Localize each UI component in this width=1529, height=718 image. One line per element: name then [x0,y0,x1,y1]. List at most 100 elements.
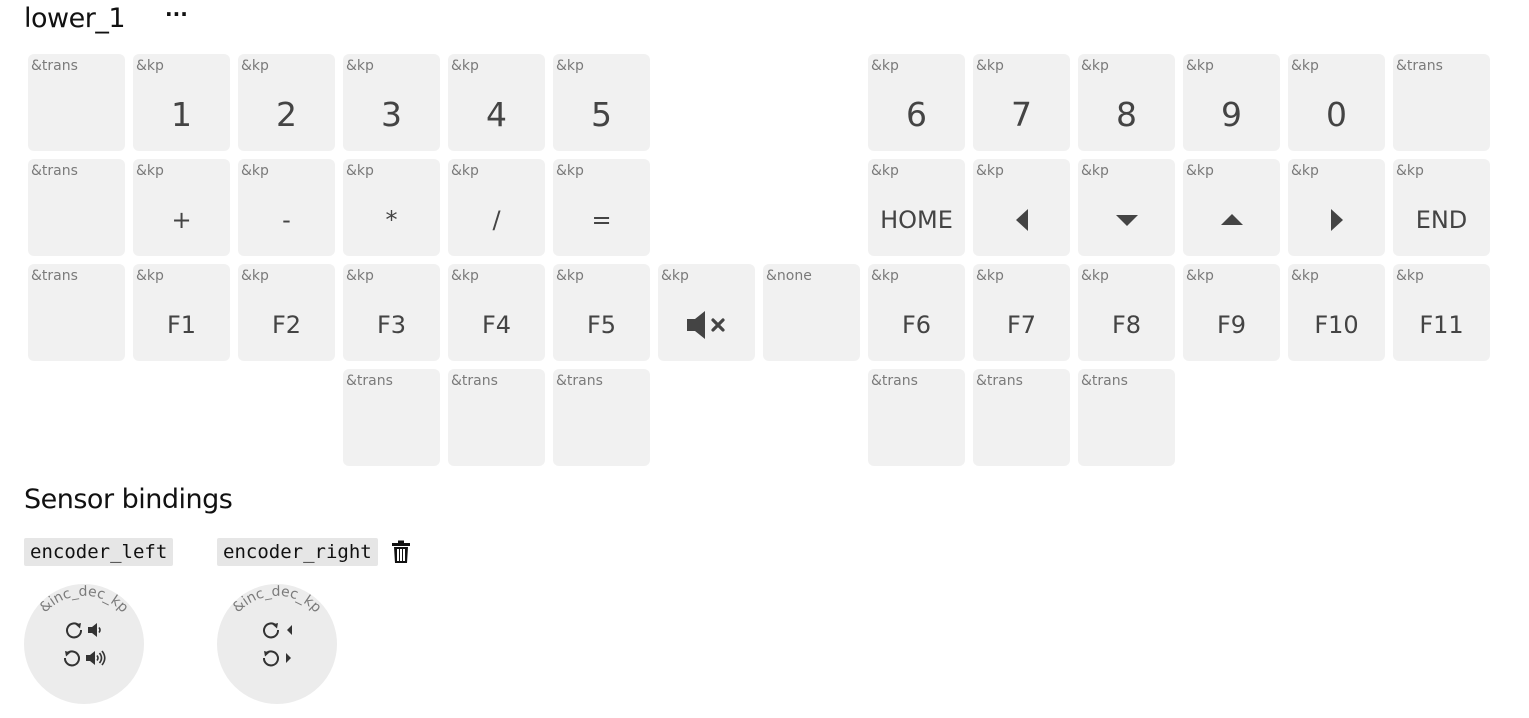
key-binding: &kp [1186,58,1214,74]
key[interactable]: &kp F5 [553,264,650,361]
key[interactable]: &kp 8 [1078,54,1175,151]
key[interactable]: &trans [553,369,650,466]
key[interactable]: &trans [1393,54,1490,151]
rotate-cw-icon [64,620,84,640]
key-binding: &trans [31,163,78,179]
key[interactable]: &trans [28,264,125,361]
key[interactable]: &kp 0 [1288,54,1385,151]
key-binding: &trans [1081,373,1128,389]
volume-down-icon [87,621,105,639]
key[interactable]: &kp + [133,159,230,256]
trash-icon[interactable] [390,540,412,564]
key[interactable]: &trans [973,369,1070,466]
key[interactable]: &kp F10 [1288,264,1385,361]
key[interactable]: &kp [1183,159,1280,256]
key-param: / [492,205,501,234]
key[interactable]: &kp [973,159,1070,256]
key[interactable]: &kp 6 [868,54,965,151]
key-param: 8 [1116,95,1137,134]
key-binding: &trans [871,373,918,389]
key-param: HOME [880,205,953,234]
encoder-right-cw-row [217,620,337,640]
key-binding: &kp [451,268,479,284]
key-param: 1 [171,95,192,134]
key-param: F6 [901,310,932,339]
key[interactable]: &kp F2 [238,264,335,361]
key-binding: &trans [346,373,393,389]
key[interactable]: &kp F9 [1183,264,1280,361]
key[interactable]: &kp 9 [1183,54,1280,151]
key[interactable]: &kp F11 [1393,264,1490,361]
rotate-ccw-icon [62,648,82,668]
key[interactable]: &trans [448,369,545,466]
key-param: 7 [1011,95,1032,134]
caret-right-icon [1288,187,1385,252]
key[interactable]: &kp HOME [868,159,965,256]
key-binding: &none [766,268,812,284]
key[interactable]: &kp 7 [973,54,1070,151]
key-param: F7 [1006,310,1037,339]
volume-up-icon [85,649,107,667]
key[interactable]: &none [763,264,860,361]
key-binding: &kp [1291,58,1319,74]
encoder-right-ccw-row [217,648,337,668]
caret-up-icon [1183,187,1280,252]
key[interactable]: &kp F7 [973,264,1070,361]
encoder-left-behavior-arc: &inc_dec_kp [37,584,132,616]
encoder-left-knob[interactable]: &inc_dec_kp [24,584,144,704]
key[interactable]: &trans [343,369,440,466]
key[interactable]: &kp F8 [1078,264,1175,361]
key-param: F5 [586,310,617,339]
key[interactable]: &kp END [1393,159,1490,256]
key-binding: &kp [976,268,1004,284]
key-binding: &kp [1291,163,1319,179]
key-binding: &kp [871,163,899,179]
key-binding: &trans [1396,58,1443,74]
key[interactable]: &kp 5 [553,54,650,151]
key-binding: &kp [136,268,164,284]
key[interactable]: &kp / [448,159,545,256]
caret-down-icon [1078,187,1175,252]
key[interactable]: &kp 1 [133,54,230,151]
key-param: + [171,205,192,234]
key[interactable]: &kp - [238,159,335,256]
key[interactable]: &kp 4 [448,54,545,151]
key[interactable]: &kp [1288,159,1385,256]
encoder-left-cw-row [24,620,144,640]
key-binding: &kp [346,58,374,74]
key-param: F10 [1314,310,1359,339]
key-param: * [385,205,398,234]
key[interactable]: &kp F6 [868,264,965,361]
key-binding: &kp [241,268,269,284]
key-binding: &kp [346,163,374,179]
key-binding: &trans [31,58,78,74]
keymap-grid: &trans &kp 1 &kp 2 &kp 3 &kp 4 &kp 5 &kp 6 &kp 7 &kp 8 &k… [0,0,1529,470]
key-binding: &kp [976,58,1004,74]
key[interactable]: &kp = [553,159,650,256]
key-binding: &kp [136,163,164,179]
key[interactable]: &kp F3 [343,264,440,361]
key-param: F8 [1111,310,1142,339]
encoder-right-knob[interactable]: &inc_dec_kp [217,584,337,704]
key-param: 4 [486,95,507,134]
key[interactable]: &kp * [343,159,440,256]
key-binding: &trans [976,373,1023,389]
key-binding: &trans [556,373,603,389]
key[interactable]: &kp 2 [238,54,335,151]
key[interactable]: &kp [1078,159,1175,256]
rotate-cw-icon [261,620,281,640]
key-binding: &kp [871,58,899,74]
sensor-bindings-title: Sensor bindings [24,484,233,515]
key[interactable]: &kp 3 [343,54,440,151]
key[interactable]: &kp [658,264,755,361]
encoder-right-behavior-arc: &inc_dec_kp [230,584,325,616]
key-binding: &kp [1081,163,1109,179]
key[interactable]: &trans [1078,369,1175,466]
key[interactable]: &kp F4 [448,264,545,361]
key-binding: &kp [976,163,1004,179]
encoder-right-label: encoder_right [217,538,378,566]
key[interactable]: &trans [28,159,125,256]
key[interactable]: &kp F1 [133,264,230,361]
key[interactable]: &trans [28,54,125,151]
key[interactable]: &trans [868,369,965,466]
